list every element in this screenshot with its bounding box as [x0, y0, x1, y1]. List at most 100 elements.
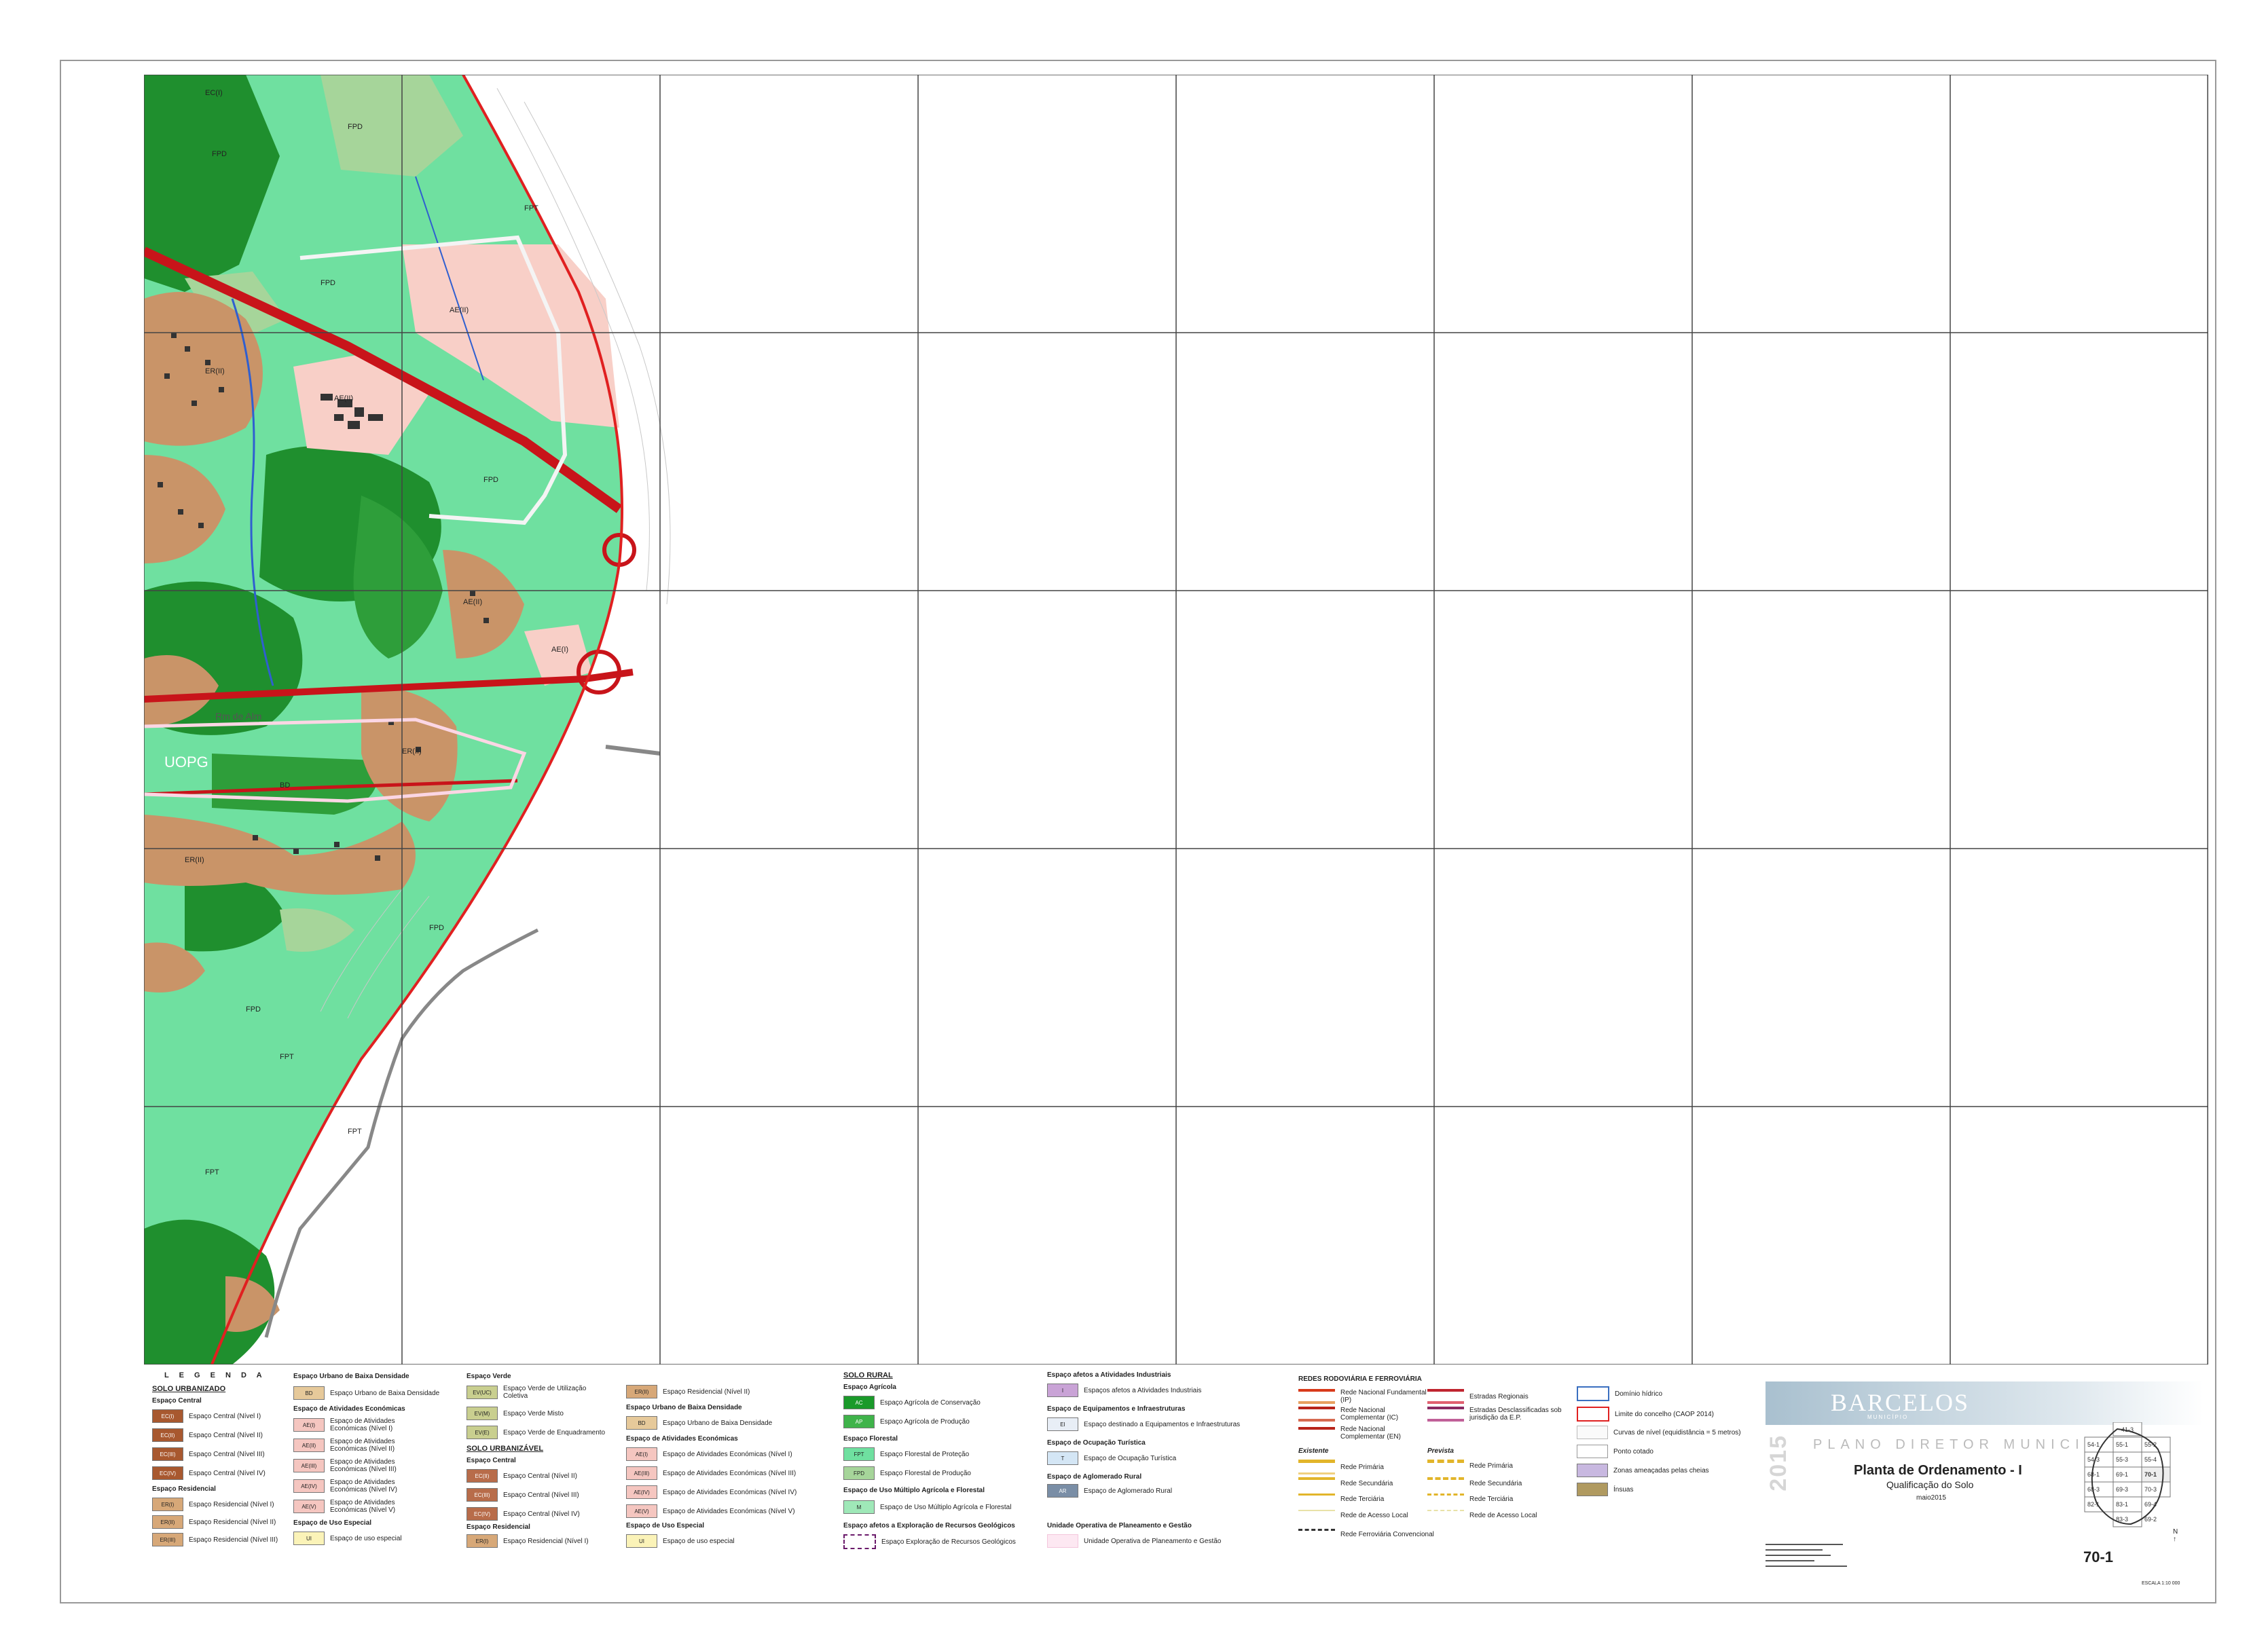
svg-text:70-1: 70-1: [2144, 1471, 2157, 1478]
legend-item: ER(II) Espaço Residencial (Nível II): [152, 1515, 276, 1529]
legend-item: EV(E) Espaço Verde de Enquadramento: [467, 1426, 616, 1439]
legend-item: EC(III) Espaço Central (Nível III): [467, 1488, 579, 1502]
legend-item: FPD Espaço Florestal de Produção: [843, 1466, 971, 1480]
sheet-index: 41-3 54-1 55-1 55-2 54-3 55-3 55-4 68-1 69-1 7…: [2083, 1422, 2172, 1542]
legend-item: Curvas de nível (equidistância = 5 metro…: [1577, 1426, 1741, 1439]
zone-label: FPT: [280, 1053, 294, 1061]
legend-heading: Espaço de Uso Múltiplo Agrícola e Flores…: [843, 1487, 985, 1494]
legend-item: Ponto cotado: [1577, 1445, 1653, 1458]
svg-text:55-4: 55-4: [2144, 1456, 2157, 1463]
zone-label: FPT: [348, 1128, 362, 1136]
legend-item: BD Espaço Urbano de Baixa Densidade: [293, 1386, 439, 1400]
svg-text:69-2: 69-2: [2144, 1516, 2157, 1523]
legend-item: EC(II) Espaço Central (Nível II): [467, 1469, 577, 1483]
legend-heading: Espaço de Atividades Económicas: [626, 1435, 738, 1443]
legend-item: Rede Ferroviária Convencional: [1298, 1529, 1434, 1540]
map-title: Planta de Ordenamento - I: [1854, 1463, 2022, 1478]
legend-solo-urbanizavel: SOLO URBANIZÁVEL: [467, 1445, 544, 1453]
legend-item: EV(UC) Espaço Verde de Utilização Coletiv…: [467, 1385, 596, 1400]
legend-item: Rede Nacional Complementar (IC): [1298, 1407, 1427, 1422]
legend-item: EC(I) Espaço Central (Nível I): [152, 1409, 261, 1423]
legend-item: UI Espaço de uso especial: [626, 1534, 735, 1548]
legend-heading: Espaço de Aglomerado Rural: [1047, 1473, 1142, 1481]
agri-patch: [212, 754, 378, 815]
legend-item: AE(III) Espaço de Atividades Económicas (…: [626, 1466, 796, 1480]
legend-item: AE(III) Espaço de Atividades Económicas (…: [293, 1458, 422, 1473]
title-block: BARCELOS MUNICÍPIO 2015 PLANO DIRETOR MU…: [1766, 1381, 2203, 1589]
legend-heading: Espaço Central: [152, 1397, 202, 1405]
svg-text:68-1: 68-1: [2087, 1471, 2100, 1478]
brand-name: BARCELOS: [1831, 1389, 1970, 1416]
legend-item: AE(I) Espaço de Atividades Económicas (Ní…: [293, 1417, 422, 1432]
legend-heading: Espaço Agrícola: [843, 1384, 896, 1391]
legend-heading: Espaço de Atividades Económicas: [293, 1405, 405, 1413]
legend-item: EC(IV) Espaço Central (Nível IV): [152, 1466, 266, 1480]
legend-item: Estradas Desclassificadas sob jurisdição…: [1427, 1407, 1563, 1422]
legend-item: UI Espaço de uso especial: [293, 1532, 402, 1545]
brand-sub: MUNICÍPIO: [1867, 1414, 1909, 1420]
legend-item: Rede de Acesso Local: [1427, 1510, 1537, 1521]
legend-heading: Existente: [1298, 1447, 1329, 1455]
legend-solo-rural: SOLO RURAL: [843, 1371, 893, 1379]
zone-label: AE(I): [551, 646, 568, 654]
legend-heading: Espaço Florestal: [843, 1435, 898, 1443]
legend-item: EC(III) Espaço Central (Nível III): [152, 1447, 265, 1461]
legend-item: AE(I) Espaço de Atividades Económicas (Ní…: [626, 1447, 792, 1461]
map-subtitle: Qualificação do Solo: [1886, 1479, 1974, 1490]
legend-heading: Espaço Verde: [467, 1373, 511, 1380]
legend-item: AC Espaço Agrícola de Conservação: [843, 1396, 981, 1409]
legend-heading: Espaço de Equipamentos e Infraestruturas: [1047, 1405, 1186, 1413]
zone-label: BD: [280, 781, 290, 790]
legend-item: T Espaço de Ocupação Turística: [1047, 1451, 1176, 1465]
legend-item: AE(IV) Espaço de Atividades Económicas (N…: [626, 1485, 797, 1499]
legend-item: M Espaço de Uso Múltiplo Agrícola e Flore…: [843, 1500, 1011, 1514]
svg-text:83-1: 83-1: [2116, 1501, 2128, 1508]
legend-heading: Espaço Urbano de Baixa Densidade: [293, 1373, 409, 1380]
zone-label: AE(II): [334, 394, 353, 403]
legend-item: ER(II) Espaço Residencial (Nível II): [626, 1385, 750, 1398]
legend-heading: Espaço de Uso Especial: [293, 1519, 372, 1527]
zone-label: FPD: [483, 476, 498, 484]
zone-label: ER(II): [205, 367, 225, 375]
zone-label: FPD: [348, 123, 363, 131]
place-label: Rm de Alm: [215, 711, 261, 722]
legend-item: ER(III) Espaço Residencial (Nível III): [152, 1533, 278, 1546]
legend-heading: Espaço de Uso Especial: [626, 1522, 705, 1529]
legend-item: Rede Nacional Fundamental (IP): [1298, 1389, 1427, 1404]
zone-label: FPD: [429, 924, 444, 932]
legend-heading: Espaço afetos a Exploração de Recursos G…: [843, 1522, 1015, 1529]
legend-item: EI Espaço destinado a Equipamentos e Infr…: [1047, 1417, 1240, 1431]
plan-name: PLANO DIRETOR MUNICIPAL: [1813, 1437, 2125, 1452]
legend-solo-urbanizado: SOLO URBANIZADO: [152, 1385, 226, 1393]
sheet-number: 70-1: [2083, 1548, 2114, 1565]
zone-label: FPT: [205, 1168, 219, 1176]
svg-text:55-2: 55-2: [2144, 1441, 2157, 1448]
svg-text:41-3: 41-3: [2121, 1426, 2134, 1433]
legend-item: AE(V) Espaço de Atividades Económicas (Ní…: [626, 1504, 795, 1518]
zone-label: AE(II): [450, 306, 469, 314]
legend-heading: Espaço Residencial: [152, 1485, 216, 1493]
svg-text:54-1: 54-1: [2087, 1441, 2100, 1448]
zone-label: EC(I): [205, 89, 223, 97]
legend-item: Rede Primária: [1427, 1460, 1513, 1472]
map-date: maio2015: [1916, 1494, 1946, 1502]
legend-item: Estradas Regionais: [1427, 1389, 1563, 1404]
legend-item: Rede Nacional Complementar (EN): [1298, 1426, 1427, 1441]
svg-text:54-3: 54-3: [2087, 1456, 2100, 1463]
zone-label: FPT: [524, 204, 538, 212]
legend-heading: Espaço Urbano de Baixa Densidade: [626, 1404, 742, 1411]
legend-item: AR Espaço de Aglomerado Rural: [1047, 1484, 1172, 1498]
legend-heading: Prevista: [1427, 1447, 1454, 1455]
legend-heading: Espaço Residencial: [467, 1523, 530, 1531]
legend-item: Rede Secundária: [1298, 1477, 1393, 1489]
legend-heading: Unidade Operativa de Planeamento e Gestã…: [1047, 1522, 1192, 1529]
legend-item: AE(IV) Espaço de Atividades Económicas (N…: [293, 1479, 422, 1494]
legend-item: BD Espaço Urbano de Baixa Densidade: [626, 1416, 772, 1430]
legend-item: Limite do concelho (CAOP 2014): [1577, 1407, 1714, 1422]
water-icon: [1577, 1386, 1609, 1401]
legend-heading: Espaço afetos a Atividades Industriais: [1047, 1371, 1171, 1379]
svg-text:69-1: 69-1: [2116, 1471, 2128, 1478]
legend-item: ER(I) Espaço Residencial (Nível I): [467, 1534, 589, 1548]
legend-item: Rede Primária: [1298, 1460, 1384, 1474]
legend-item: Domínio hídrico: [1577, 1386, 1662, 1401]
